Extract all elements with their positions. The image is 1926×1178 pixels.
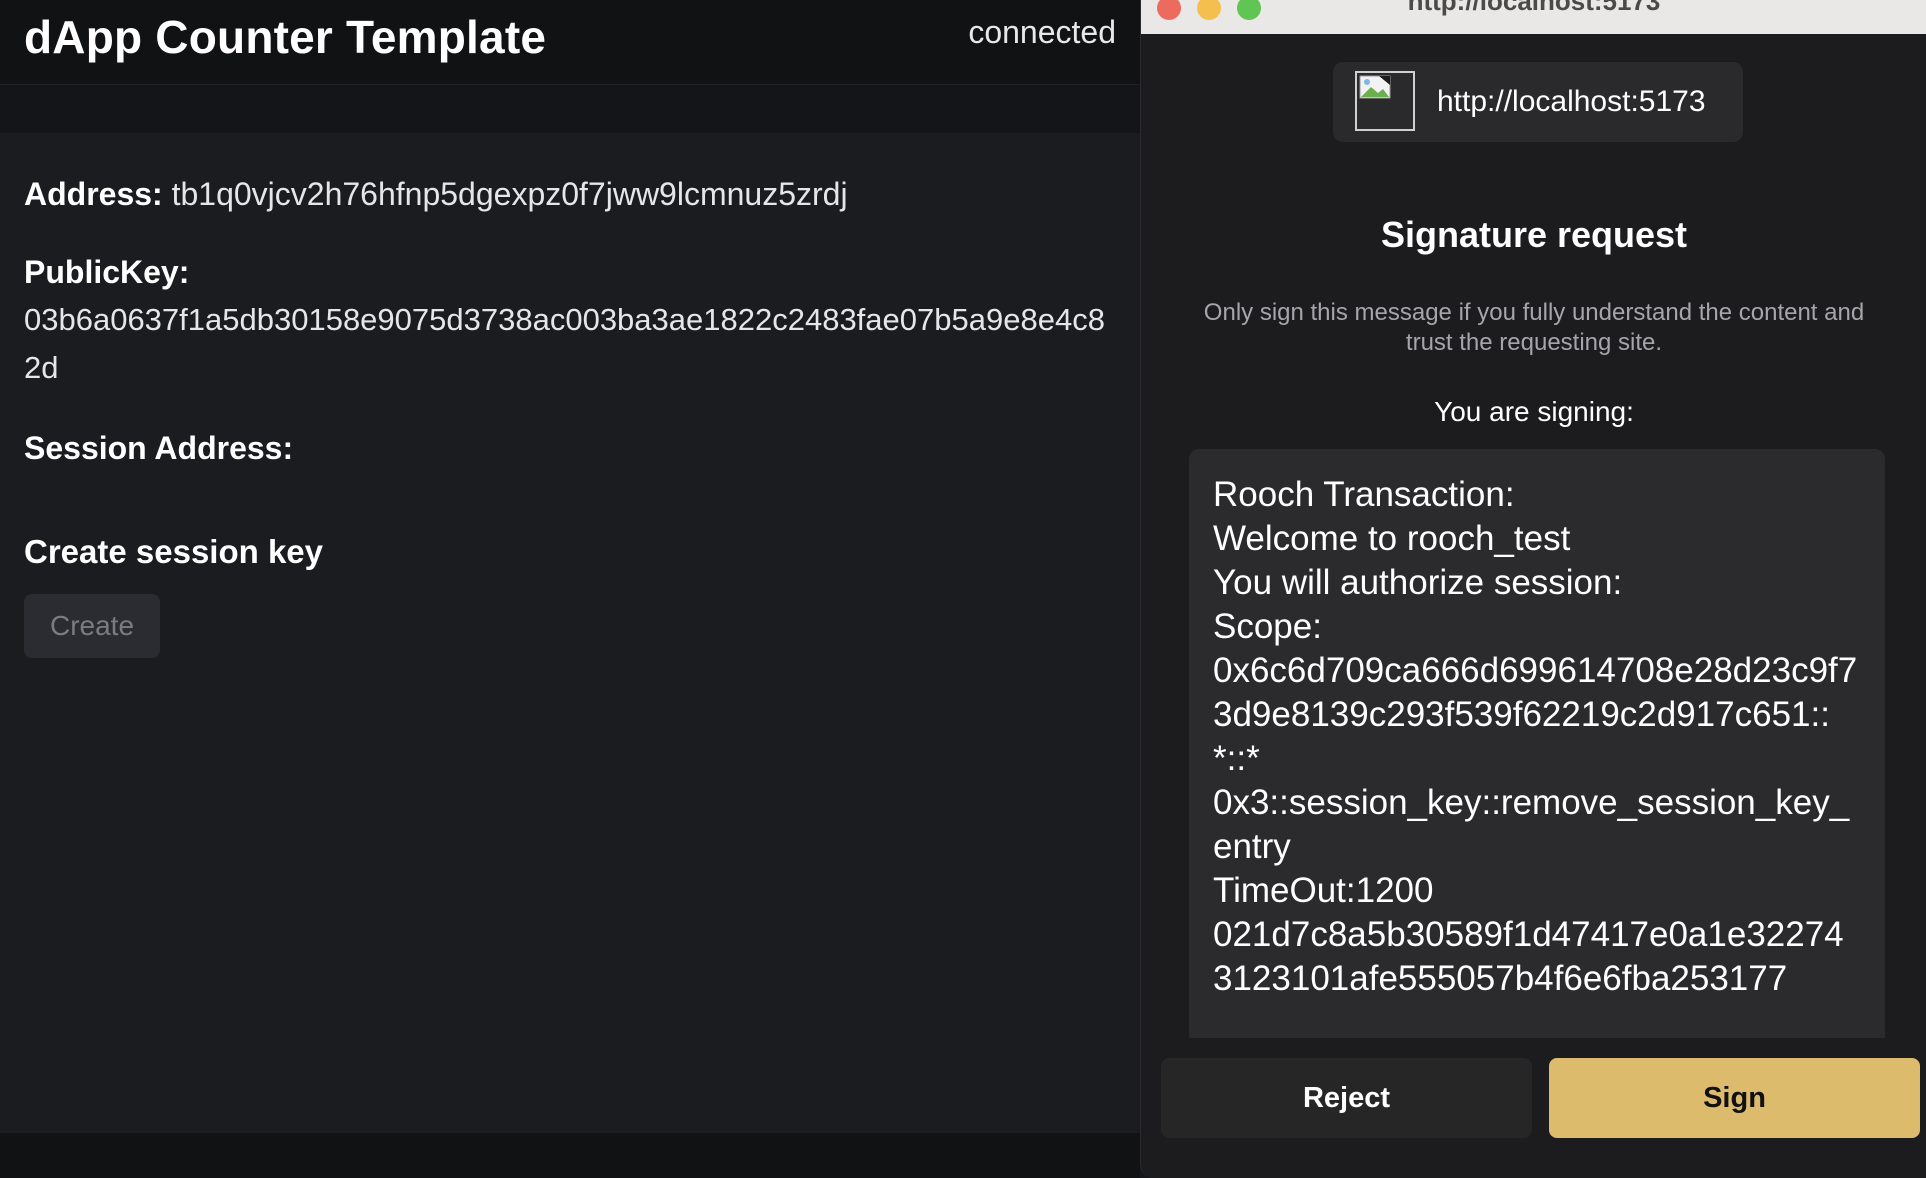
requesting-site: http://localhost:5173 [1333, 62, 1743, 142]
window-titlebar[interactable]: http://localhost:5173 [1141, 0, 1926, 34]
address-row: Address: tb1q0vjcv2h76hfnp5dgexpz0f7jww9… [24, 170, 848, 218]
dapp-footer [0, 1133, 1140, 1178]
app-title: dApp Counter Template [24, 11, 547, 63]
connection-status[interactable]: connected [968, 14, 1116, 51]
sign-warning-text: Only sign this message if you fully unde… [1203, 299, 1865, 356]
broken-image-icon [1355, 71, 1415, 131]
popup-heading: Signature request [1380, 214, 1688, 255]
session-address-row: Session Address: [24, 424, 293, 472]
message-text: Rooch Transaction: Welcome to rooch_test… [1213, 475, 1858, 998]
dapp-page: dApp Counter Template connected Address:… [0, 0, 1140, 1178]
create-session-heading: Create session key [24, 533, 324, 570]
window-title: http://localhost:5173 [1407, 0, 1661, 16]
create-session-button[interactable]: Create [24, 594, 160, 658]
screen: dApp Counter Template connected Address:… [0, 0, 1926, 1178]
dapp-header: dApp Counter Template connected [0, 0, 1140, 85]
dapp-subheader-bar [0, 85, 1140, 133]
public-key-label: PublicKey: [24, 254, 190, 290]
sign-button[interactable]: Sign [1549, 1058, 1920, 1138]
session-address-label: Session Address: [24, 430, 294, 466]
signing-label: You are signing: [1434, 396, 1634, 427]
site-url: http://localhost:5173 [1437, 85, 1706, 118]
public-key-row: PublicKey: [24, 248, 189, 296]
address-value: tb1q0vjcv2h76hfnp5dgexpz0f7jww9lcmnuz5zr… [171, 176, 848, 212]
message-box[interactable]: Rooch Transaction: Welcome to rooch_test… [1189, 449, 1885, 1038]
address-label: Address: [24, 176, 163, 212]
signature-popup-window: http://localhost:5173 http://localhost:5… [1140, 0, 1926, 1178]
reject-button[interactable]: Reject [1161, 1058, 1532, 1138]
public-key-value: 03b6a0637f1a5db30158e9075d3738ac003ba3ae… [24, 302, 1105, 385]
